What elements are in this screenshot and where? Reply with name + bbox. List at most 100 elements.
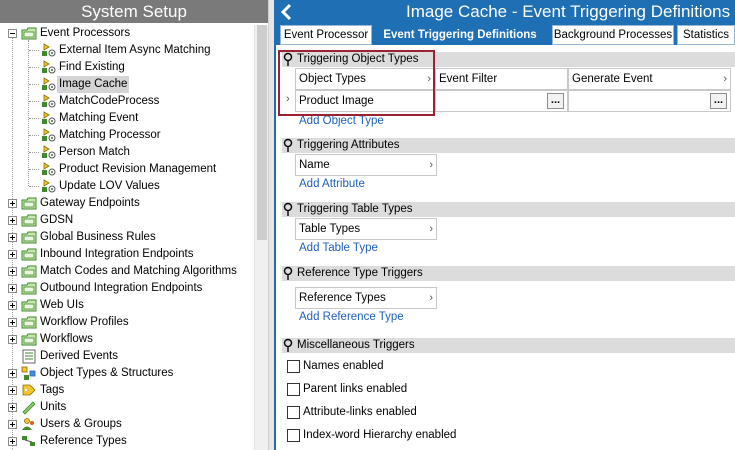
system-setup-pane: System Setup Event Processors External It… [0,0,268,450]
folder-icon [21,298,37,313]
tab-event-processor[interactable]: Event Processor [280,25,372,45]
system-setup-tree: Event Processors External Item Async Matc… [0,25,254,450]
column-label: Name [299,159,330,171]
tree-item[interactable]: Gateway Endpoints [0,195,254,212]
expand-plus-icon[interactable] [8,420,17,429]
tree-item[interactable]: Web UIs [0,297,254,314]
tree-item[interactable]: Global Business Rules [0,229,254,246]
back-button[interactable] [278,2,296,22]
checkbox-label: Attribute-links enabled [303,406,417,418]
expand-plus-icon[interactable] [8,250,17,259]
cell-object-type[interactable]: Product Image [295,90,435,112]
parent-links-enabled-checkbox[interactable] [287,383,300,396]
section-header-misc[interactable]: Miscellaneous Triggers [282,338,735,353]
expand-plus-icon[interactable] [8,403,17,412]
tree-item[interactable]: Image Cache [0,76,254,93]
expand-plus-icon[interactable] [8,318,17,327]
expand-plus-icon[interactable] [8,216,17,225]
section-header-object-types[interactable]: Triggering Object Types [282,52,735,67]
collapse-minus-icon[interactable] [8,29,17,38]
tree-item[interactable]: Workflows [0,331,254,348]
expand-plus-icon[interactable] [8,233,17,242]
add-table-type-link[interactable]: Add Table Type [299,242,378,254]
tree-item-label: Derived Events [40,350,118,362]
tree-item[interactable]: Object Types & Structures [0,365,254,382]
object-types-icon [21,366,37,381]
index-word-hierarchy-enabled-checkbox[interactable] [287,429,300,442]
tree-item-label: Users & Groups [40,418,122,430]
tree-item-label: Matching Event [59,112,139,124]
section-title: Triggering Object Types [297,53,419,65]
tree-scrollbar-thumb[interactable] [257,25,267,240]
expand-plus-icon[interactable] [8,301,17,310]
row-expand-icon[interactable]: › [286,93,290,105]
tree-item[interactable]: Person Match [0,144,254,161]
tree-item-label: Person Match [59,146,130,158]
add-reference-type-link[interactable]: Add Reference Type [299,311,404,323]
column-header-name[interactable]: Name › [295,154,437,176]
expand-plus-icon[interactable] [8,335,17,344]
tree-item-label: Global Business Rules [40,231,156,243]
generate-event-browse-button[interactable]: ... [710,93,727,109]
tree-item[interactable]: Derived Events [0,348,254,365]
column-header-generate-event[interactable]: Generate Event › [568,68,731,90]
editor-pane: Image Cache - Event Triggering Definitio… [274,0,735,450]
tree-item[interactable]: Users & Groups [0,416,254,433]
folder-icon [21,196,37,211]
names-enabled-checkbox[interactable] [287,360,300,373]
attribute-links-enabled-checkbox[interactable] [287,406,300,419]
tree-item[interactable]: Match Codes and Matching Algorithms [0,263,254,280]
tree-scrollbar[interactable] [254,25,268,450]
column-label: Table Types [299,223,361,235]
tree-item[interactable]: Find Existing [0,59,254,76]
tree-branch-line [29,186,39,187]
expand-plus-icon[interactable] [8,267,17,276]
expand-plus-icon[interactable] [8,284,17,293]
tree-item-label: Find Existing [59,61,125,73]
cell-event-filter[interactable]: ... [435,90,568,112]
tree-item[interactable]: Units [0,399,254,416]
tree-item[interactable]: Workflow Profiles [0,314,254,331]
event-processor-icon [40,43,56,58]
folder-icon [21,230,37,245]
tree-item[interactable]: Inbound Integration Endpoints [0,246,254,263]
tree-item[interactable]: Tags [0,382,254,399]
tree-item[interactable]: Event Processors [0,25,254,42]
tree-item[interactable]: Reference Types [0,433,254,450]
column-header-event-filter[interactable]: Event Filter [435,68,568,90]
column-header-object-types[interactable]: Object Types › [295,68,435,90]
tree-item[interactable]: Matching Processor [0,127,254,144]
tree-item-label: Web UIs [40,299,84,311]
event-filter-browse-button[interactable]: ... [547,93,564,109]
expand-plus-icon[interactable] [8,199,17,208]
add-attribute-link[interactable]: Add Attribute [299,178,365,190]
tree-item[interactable]: Matching Event [0,110,254,127]
pin-icon [283,202,293,216]
tab-event-triggering-definitions[interactable]: Event Triggering Definitions [375,25,545,45]
expand-plus-icon[interactable] [8,369,17,378]
section-title: Triggering Table Types [297,203,413,215]
tree-item[interactable]: GDSN [0,212,254,229]
expand-plus-icon[interactable] [8,437,17,446]
column-header-table-types[interactable]: Table Types › [295,218,437,240]
tree-branch-line [29,67,39,68]
tab-statistics[interactable]: Statistics [677,25,735,45]
folder-icon [21,264,37,279]
tree-item[interactable]: External Item Async Matching [0,42,254,59]
section-header-table-types[interactable]: Triggering Table Types [282,202,735,217]
column-label: Object Types [299,73,366,85]
column-header-reference-types[interactable]: Reference Types › [295,287,437,309]
tree-item[interactable]: Product Revision Management [0,161,254,178]
expand-plus-icon[interactable] [8,386,17,395]
add-object-type-link[interactable]: Add Object Type [299,115,384,127]
section-header-reference-triggers[interactable]: Reference Type Triggers [282,266,735,281]
tree-item-label: Object Types & Structures [40,367,174,379]
cell-generate-event[interactable]: ... [568,90,731,112]
section-header-attributes[interactable]: Triggering Attributes [282,138,735,153]
section-title: Reference Type Triggers [297,267,423,279]
tree-item[interactable]: Update LOV Values [0,178,254,195]
tree-item[interactable]: Outbound Integration Endpoints [0,280,254,297]
tree-item-label: MatchCodeProcess [59,95,160,107]
tree-item[interactable]: MatchCodeProcess [0,93,254,110]
tab-background-processes[interactable]: Background Processes [552,25,674,45]
